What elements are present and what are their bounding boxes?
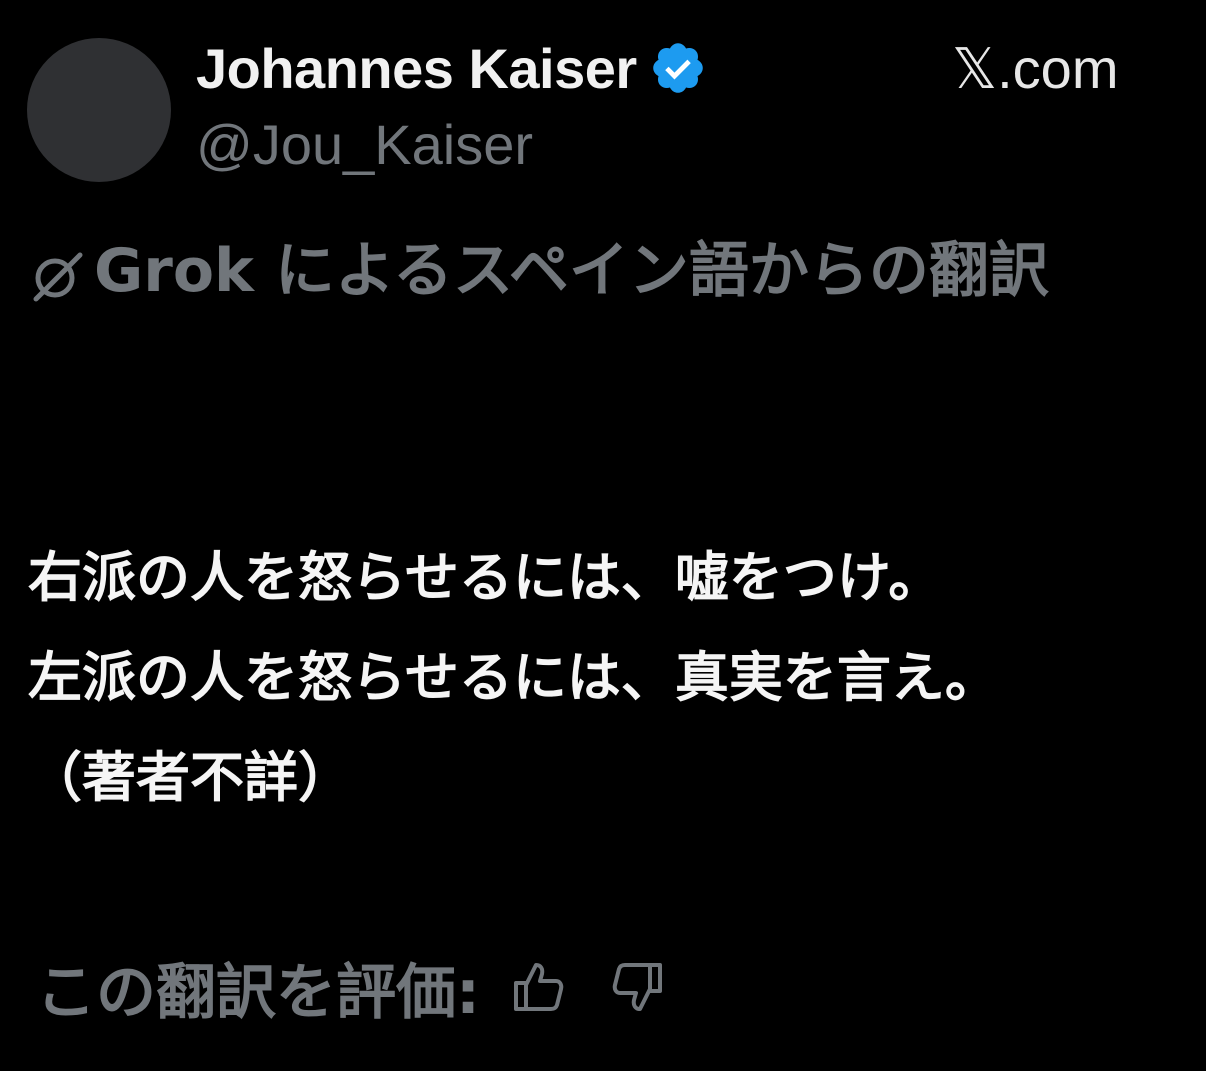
grok-icon	[28, 238, 88, 302]
thumbs-up-icon[interactable]	[508, 957, 568, 1017]
tweet-line: 右派の人を怒らせるには、嘘をつけ。	[28, 546, 943, 609]
translation-header: Grok によるスペイン語からの翻訳	[28, 224, 1138, 318]
thumbs-down-icon[interactable]	[608, 957, 668, 1017]
tweet-line: 左派の人を怒らせるには、真実を言え。	[28, 646, 999, 709]
author-name-row: Johannes Kaiser	[196, 34, 707, 102]
translation-header-text: Grok によるスペイン語からの翻訳	[94, 236, 1049, 306]
tweet-line: （著者不詳）	[28, 746, 352, 809]
rate-translation-row: この翻訳を評価:	[36, 942, 668, 1032]
author-display-name[interactable]: Johannes Kaiser	[196, 36, 637, 101]
author-handle[interactable]: @Jou_Kaiser	[196, 112, 533, 177]
verified-badge-icon	[649, 39, 707, 97]
avatar[interactable]	[27, 38, 171, 182]
rate-translation-label: この翻訳を評価:	[36, 957, 480, 1028]
site-label: 𝕏.com	[952, 37, 1119, 100]
tweet-text: 右派の人を怒らせるには、嘘をつけ。 左派の人を怒らせるには、真実を言え。 （著者…	[28, 528, 1158, 828]
